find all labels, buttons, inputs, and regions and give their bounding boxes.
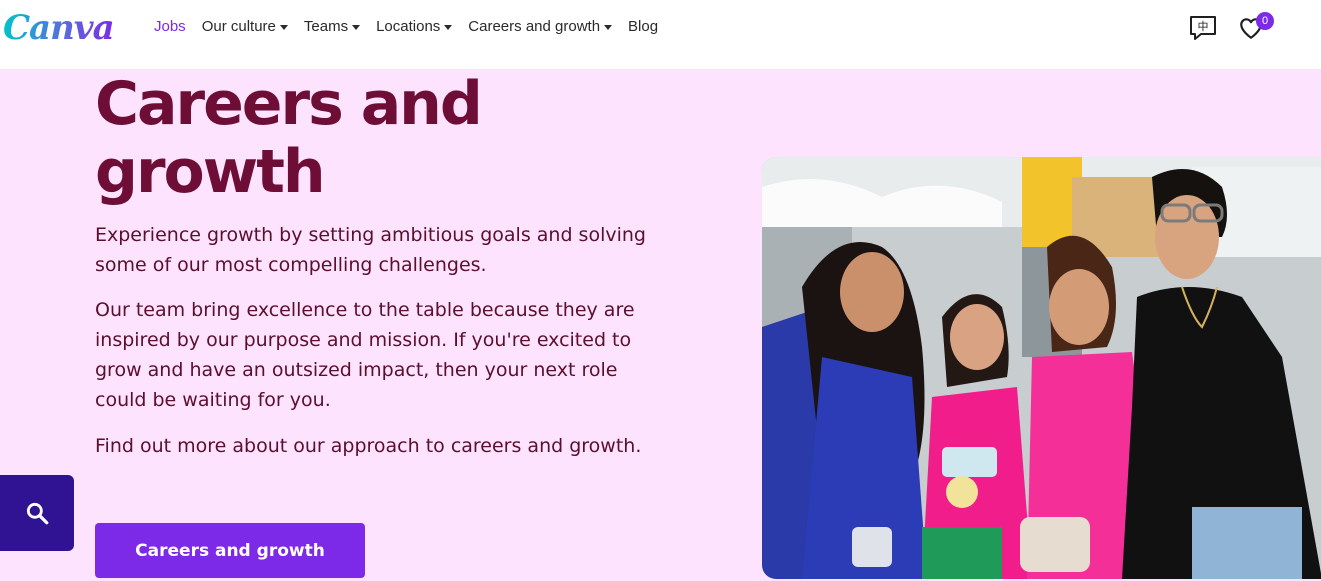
team-photo xyxy=(762,157,1321,579)
search-button[interactable] xyxy=(0,475,74,551)
nav-item-blog[interactable]: Blog xyxy=(628,17,658,37)
nav-item-our-culture[interactable]: Our culture xyxy=(202,17,288,37)
saved-count-badge: 0 xyxy=(1256,12,1274,30)
main-nav: Jobs Our culture Teams Locations Careers… xyxy=(154,17,674,37)
nav-item-jobs[interactable]: Jobs xyxy=(154,17,186,37)
caret-down-icon xyxy=(279,25,288,30)
caret-down-icon xyxy=(444,25,453,30)
team-photo-illustration xyxy=(762,157,1321,579)
language-glyph: 中 xyxy=(1198,20,1209,33)
top-navbar: Canva Jobs Our culture Teams Locations C… xyxy=(0,0,1321,70)
careers-and-growth-button[interactable]: Careers and growth xyxy=(95,523,365,578)
nav-item-teams[interactable]: Teams xyxy=(304,17,361,37)
title-line-1: Careers and xyxy=(95,70,483,139)
mission-paragraph: Our team bring excellence to the table b… xyxy=(95,299,635,411)
title-line-2: growth xyxy=(95,137,326,207)
intro-paragraph: Experience growth by setting ambitious g… xyxy=(95,224,646,276)
nav-item-locations[interactable]: Locations xyxy=(376,17,453,37)
language-icon[interactable]: 中 xyxy=(1189,15,1217,41)
search-icon xyxy=(26,502,49,525)
canva-logo[interactable]: Canva xyxy=(3,8,115,48)
learn-more-paragraph: Find out more about our approach to care… xyxy=(95,435,642,457)
caret-down-icon xyxy=(352,25,361,30)
page-title: Careers and growth xyxy=(95,70,655,206)
nav-item-careers-and-growth[interactable]: Careers and growth xyxy=(468,17,613,37)
caret-down-icon xyxy=(604,25,613,30)
